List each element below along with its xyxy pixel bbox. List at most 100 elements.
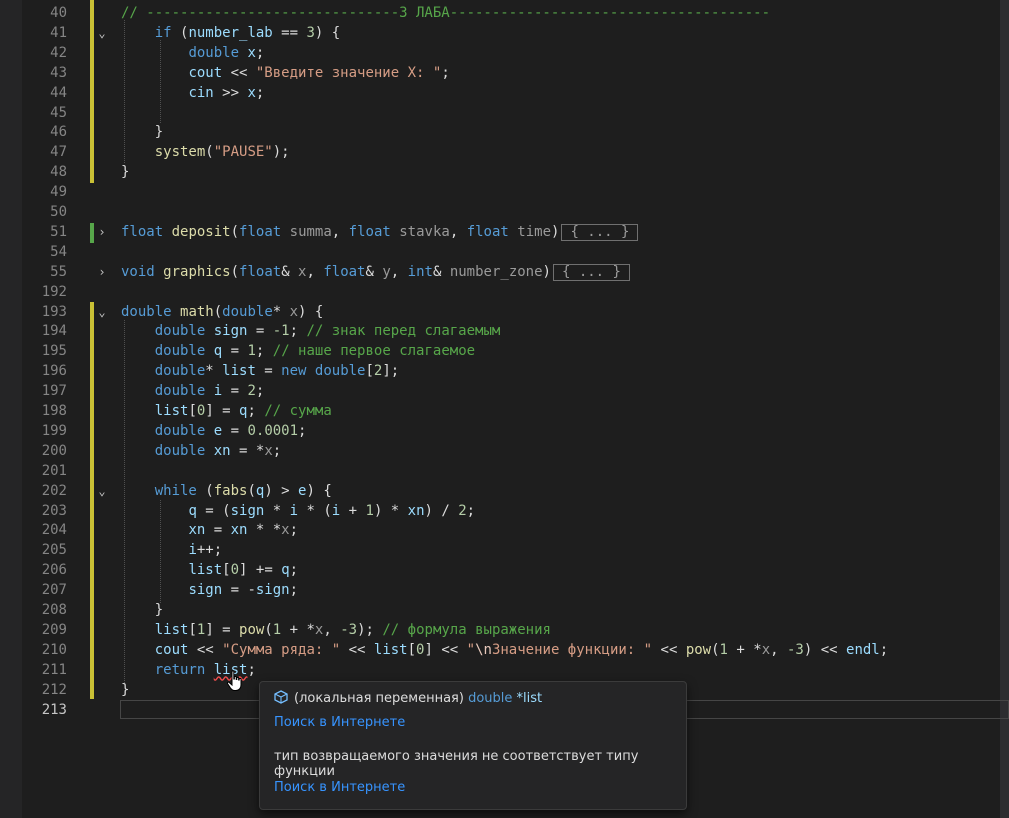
expand-chevron-icon[interactable]: › — [96, 263, 108, 283]
line-number: 54 — [50, 243, 67, 260]
line-number: 199 — [41, 422, 67, 439]
collapse-chevron-icon[interactable]: ⌄ — [96, 24, 108, 44]
code-line[interactable]: 203 q = (sign * i * (i + 1) * xn) / 2; — [22, 502, 1009, 522]
code-line[interactable]: 204 xn = xn * *x; — [22, 521, 1009, 541]
line-number: 55 — [50, 263, 67, 280]
line-number: 200 — [41, 442, 67, 459]
code-line[interactable]: 41 ⌄ if (number_lab == 3) { — [22, 24, 1009, 44]
code-text[interactable]: float deposit(float summa, float stavka,… — [121, 223, 639, 243]
code-text[interactable]: if (number_lab == 3) { — [121, 24, 340, 44]
line-number: 211 — [41, 661, 67, 678]
code-text[interactable]: xn = xn * *x; — [121, 521, 298, 541]
line-number: 201 — [41, 462, 67, 479]
line-number: 196 — [41, 363, 67, 380]
code-line[interactable]: 208 } — [22, 601, 1009, 621]
variable-icon — [274, 690, 288, 704]
code-line[interactable]: 50 — [22, 203, 1009, 223]
line-number: 209 — [41, 621, 67, 638]
code-text[interactable]: double e = 0.0001; — [121, 422, 307, 442]
code-line[interactable]: 205 i++; — [22, 541, 1009, 561]
code-text[interactable]: i++; — [121, 541, 222, 561]
tooltip-signature: (локальная переменная) double *list — [274, 690, 542, 706]
collapse-chevron-icon[interactable]: ⌄ — [96, 482, 108, 502]
code-text[interactable]: void graphics(float& x, float& y, int& n… — [121, 263, 630, 283]
code-text[interactable]: double i = 2; — [121, 382, 265, 402]
code-text[interactable]: cout << "Сумма ряда: " << list[0] << "\n… — [121, 641, 888, 661]
code-line[interactable]: 199 double e = 0.0001; — [22, 422, 1009, 442]
tooltip-sig-name: *list — [516, 691, 543, 706]
line-number: 195 — [41, 343, 67, 360]
code-line[interactable]: 195 double q = 1; // наше первое слагаем… — [22, 342, 1009, 362]
web-search-link-error[interactable]: Поиск в Интернете — [274, 780, 405, 795]
left-tool-strip — [0, 0, 22, 818]
code-text[interactable]: system("PAUSE"); — [121, 143, 290, 163]
line-number: 208 — [41, 602, 67, 618]
code-line[interactable]: 55 › void graphics(float& x, float& y, int… — [22, 263, 1009, 283]
code-line[interactable]: 47 system("PAUSE"); — [22, 143, 1009, 163]
code-line[interactable]: 202 ⌄ while (fabs(q) > e) { — [22, 482, 1009, 502]
code-text[interactable]: sign = -sign; — [121, 581, 298, 601]
code-text[interactable]: while (fabs(q) > e) { — [121, 482, 332, 502]
code-text[interactable]: double math(double* x) { — [121, 303, 323, 323]
code-line[interactable]: 45 — [22, 104, 1009, 124]
code-line[interactable]: 49 — [22, 183, 1009, 203]
code-text[interactable]: list[0] = q; // сумма — [121, 402, 332, 422]
code-text[interactable]: } — [121, 163, 129, 183]
code-text[interactable]: double x; — [121, 44, 264, 64]
code-line[interactable]: 192 — [22, 283, 1009, 303]
code-text[interactable]: q = (sign * i * (i + 1) * xn) / 2; — [121, 502, 475, 522]
line-number: 197 — [41, 383, 67, 400]
line-number: 198 — [41, 403, 67, 419]
code-line[interactable]: 46 } — [22, 123, 1009, 143]
code-line[interactable]: 40 // ------------------------------3 ЛАБ… — [22, 4, 1009, 24]
web-search-link[interactable]: Поиск в Интернете — [274, 715, 405, 730]
code-line[interactable]: 48} — [22, 163, 1009, 183]
error-message: тип возвращаемого значения не соответств… — [274, 749, 639, 779]
line-number: 50 — [50, 204, 67, 220]
code-text[interactable]: } — [121, 601, 163, 621]
code-text[interactable]: list[0] += q; — [121, 561, 298, 581]
code-line[interactable]: 210 cout << "Сумма ряда: " << list[0] <<… — [22, 641, 1009, 661]
code-text[interactable]: // ------------------------------3 ЛАБА-… — [121, 4, 770, 24]
code-text[interactable]: double xn = *x; — [121, 442, 281, 462]
code-text[interactable]: double q = 1; // наше первое слагаемое — [121, 342, 475, 362]
code-line[interactable]: 44 cin >> x; — [22, 84, 1009, 104]
line-number: 193 — [41, 303, 67, 320]
code-line[interactable]: 206 list[0] += q; — [22, 561, 1009, 581]
line-number: 192 — [41, 283, 67, 300]
code-line[interactable]: 209 list[1] = pow(1 + *x, -3); // формул… — [22, 621, 1009, 641]
code-text[interactable]: list[1] = pow(1 + *x, -3); // формула вы… — [121, 621, 551, 641]
code-line[interactable]: 201 — [22, 462, 1009, 482]
line-number: 206 — [41, 562, 67, 579]
code-line[interactable]: 207 sign = -sign; — [22, 581, 1009, 601]
code-text[interactable]: } — [121, 681, 129, 701]
code-line[interactable]: 198 list[0] = q; // сумма — [22, 402, 1009, 422]
code-line[interactable]: 197 double i = 2; — [22, 382, 1009, 402]
code-line[interactable]: 51 › float deposit(float summa, float stav… — [22, 223, 1009, 243]
tooltip-sig-type: double — [468, 691, 513, 706]
collapse-chevron-icon[interactable]: ⌄ — [96, 303, 108, 323]
expand-chevron-icon[interactable]: › — [96, 223, 108, 243]
code-line[interactable]: 193 ⌄ double math(double* x) { — [22, 303, 1009, 323]
line-number: 45 — [50, 104, 67, 121]
code-text[interactable]: double* list = new double[2]; — [121, 362, 400, 382]
code-line[interactable]: 43 cout << "Введите значение X: "; — [22, 64, 1009, 84]
code-line[interactable]: 54 — [22, 243, 1009, 263]
line-number: 40 — [50, 5, 67, 21]
code-text[interactable]: } — [121, 123, 163, 143]
line-number: 207 — [41, 582, 67, 599]
code-line[interactable]: 42 double x; — [22, 44, 1009, 64]
line-number: 210 — [41, 641, 67, 658]
tooltip-sig-prefix: (локальная переменная) — [294, 691, 464, 706]
line-number: 51 — [50, 223, 67, 240]
code-text[interactable]: double sign = -1; // знак перед слагаемы… — [121, 322, 501, 342]
code-text[interactable]: cin >> x; — [121, 84, 264, 104]
line-number: 204 — [41, 522, 67, 539]
code-line[interactable]: 194 double sign = -1; // знак перед слаг… — [22, 322, 1009, 342]
code-line[interactable]: 196 double* list = new double[2]; — [22, 362, 1009, 382]
code-text[interactable]: cout << "Введите значение X: "; — [121, 64, 449, 84]
code-line[interactable]: 211 return list; — [22, 661, 1009, 681]
line-number: 194 — [41, 323, 67, 340]
code-line[interactable]: 200 double xn = *x; — [22, 442, 1009, 462]
line-number: 46 — [50, 124, 67, 141]
